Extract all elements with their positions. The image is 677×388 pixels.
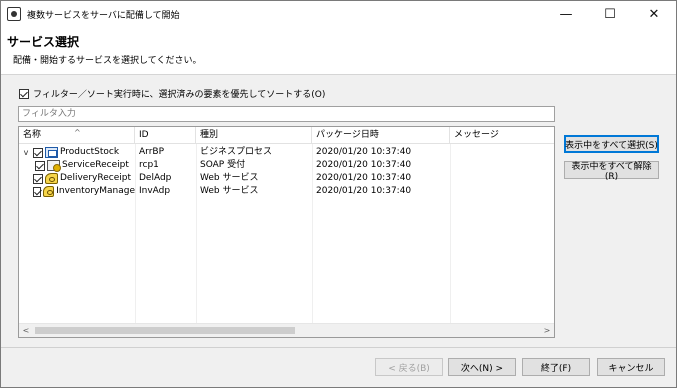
- scroll-thumb[interactable]: [35, 327, 295, 334]
- minimize-button[interactable]: —: [544, 1, 588, 27]
- row-package-date: 2020/01/20 10:37:40: [316, 147, 412, 157]
- row-id: ArrBP: [139, 147, 165, 157]
- row-package-date: 2020/01/20 10:37:40: [316, 173, 412, 183]
- service-receipt-icon: [47, 160, 61, 172]
- row-id: InvAdp: [139, 186, 171, 196]
- row-name: InventoryManage: [56, 186, 135, 196]
- column-header-package-date[interactable]: パッケージ日時: [312, 127, 450, 144]
- row-name: ProductStock: [60, 147, 120, 157]
- wizard-header: サービス選択 配備・開始するサービスを選択してください。: [1, 27, 676, 75]
- page-description: 配備・開始するサービスを選択してください。: [13, 56, 202, 66]
- scroll-right-arrow-icon[interactable]: >: [540, 324, 554, 337]
- table-row[interactable]: DeliveryReceipt DelAdp Web サービス 2020/01/…: [19, 172, 554, 185]
- row-type: SOAP 受付: [200, 160, 246, 170]
- table-row[interactable]: ServiceReceipt rcp1 SOAP 受付 2020/01/20 1…: [19, 159, 554, 172]
- next-button[interactable]: 次へ(N) >: [448, 358, 516, 376]
- row-name: DeliveryReceipt: [60, 173, 131, 183]
- column-header-message[interactable]: メッセージ: [450, 127, 554, 144]
- row-checkbox[interactable]: [33, 173, 43, 184]
- horizontal-scrollbar[interactable]: < >: [19, 323, 554, 337]
- row-message: [454, 146, 552, 159]
- sort-selected-first-option[interactable]: フィルター／ソート実行時に、選択済みの要素を優先してソートする(O): [19, 87, 325, 100]
- page-title: サービス選択: [7, 35, 80, 49]
- sort-selected-first-checkbox[interactable]: [19, 88, 29, 99]
- row-checkbox[interactable]: [35, 160, 45, 171]
- footer-separator: [1, 347, 676, 348]
- collapse-chevron-icon[interactable]: v: [21, 146, 31, 159]
- finish-button[interactable]: 終了(F): [522, 358, 590, 376]
- column-header-name[interactable]: 名称 ^: [19, 127, 135, 144]
- sort-selected-first-label: フィルター／ソート実行時に、選択済みの要素を優先してソートする(O): [33, 90, 326, 100]
- adapter-icon: [45, 173, 58, 184]
- dialog-window: 複数サービスをサーバに配備して開始 — ☐ ✕ サービス選択 配備・開始するサー…: [0, 0, 677, 388]
- row-name: ServiceReceipt: [62, 160, 129, 170]
- app-icon: [7, 7, 21, 21]
- row-message: [454, 172, 552, 185]
- column-header-id[interactable]: ID: [135, 127, 196, 144]
- adapter-icon: [43, 186, 55, 197]
- row-type: Web サービス: [200, 186, 259, 196]
- select-all-visible-button[interactable]: 表示中をすべて選択(S): [564, 135, 659, 153]
- row-checkbox[interactable]: [33, 186, 42, 197]
- filter-input[interactable]: [18, 106, 555, 122]
- row-checkbox[interactable]: [33, 147, 43, 158]
- table-row[interactable]: InventoryManage InvAdp Web サービス 2020/01/…: [19, 185, 554, 198]
- row-package-date: 2020/01/20 10:37:40: [316, 160, 412, 170]
- row-message: [454, 159, 552, 172]
- scroll-left-arrow-icon[interactable]: <: [19, 324, 33, 337]
- service-table: 名称 ^ ID 種別 パッケージ日時 メッセージ v ProductStock …: [18, 126, 555, 338]
- business-process-icon: [45, 147, 58, 158]
- maximize-button[interactable]: ☐: [588, 1, 632, 27]
- row-id: DelAdp: [139, 173, 172, 183]
- sort-ascending-icon: ^: [74, 128, 81, 137]
- deselect-all-visible-button[interactable]: 表示中をすべて解除(R): [564, 161, 659, 182]
- row-type: ビジネスプロセス: [200, 147, 273, 157]
- back-button[interactable]: < 戻る(B): [375, 358, 443, 376]
- row-type: Web サービス: [200, 173, 259, 183]
- row-package-date: 2020/01/20 10:37:40: [316, 186, 412, 196]
- table-header: 名称 ^ ID 種別 パッケージ日時 メッセージ: [19, 127, 554, 144]
- row-message: [454, 185, 552, 198]
- close-button[interactable]: ✕: [632, 1, 676, 27]
- cancel-button[interactable]: キャンセル: [597, 358, 665, 376]
- table-row[interactable]: v ProductStock ArrBP ビジネスプロセス 2020/01/20…: [19, 146, 554, 159]
- title-bar: 複数サービスをサーバに配備して開始 — ☐ ✕: [1, 1, 676, 27]
- column-header-type[interactable]: 種別: [196, 127, 312, 144]
- window-title: 複数サービスをサーバに配備して開始: [27, 10, 180, 21]
- row-id: rcp1: [139, 160, 159, 170]
